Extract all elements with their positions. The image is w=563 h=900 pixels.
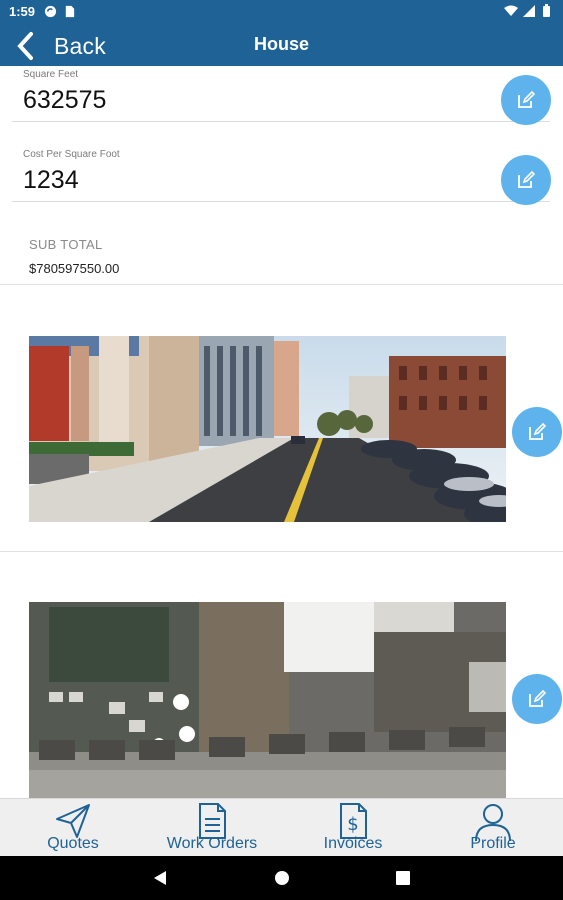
tab-invoices-label: Invoices: [323, 835, 383, 852]
tab-quotes-label: Quotes: [47, 835, 99, 852]
tab-profile[interactable]: Profile: [460, 799, 526, 857]
subtotal-label: SUB TOTAL: [29, 237, 103, 252]
edit-icon: [529, 422, 547, 440]
subtotal-value: $780597550.00: [29, 261, 120, 276]
edit-cost-button[interactable]: [501, 155, 551, 205]
sim-card-icon: [65, 5, 75, 18]
status-icons: [504, 4, 550, 17]
square-feet-value: 632575: [23, 86, 107, 114]
cost-per-sqft-field[interactable]: Cost Per Square Foot 1234: [12, 146, 550, 202]
battery-icon: [543, 6, 550, 17]
edit-icon: [529, 689, 547, 707]
square-feet-label: Square Feet: [23, 69, 79, 80]
cost-per-sqft-value: 1234: [23, 166, 79, 194]
app-bar: Back House: [0, 26, 563, 66]
system-nav-bar: [0, 856, 563, 900]
edit-satellite-image-button[interactable]: [512, 674, 562, 724]
system-recents-icon[interactable]: [395, 870, 411, 886]
system-back-icon[interactable]: [152, 870, 168, 886]
sync-status-icon: [44, 5, 57, 18]
svg-text:$: $: [347, 814, 358, 835]
divider: [0, 284, 563, 285]
edit-street-image-button[interactable]: [512, 407, 562, 457]
app-header: 1:59 Back House: [0, 0, 563, 66]
status-time: 1:59: [9, 4, 36, 19]
tab-invoices[interactable]: $ Invoices: [318, 799, 388, 857]
tab-quotes[interactable]: Quotes: [38, 799, 108, 857]
tab-profile-label: Profile: [470, 835, 516, 852]
cost-per-sqft-label: Cost Per Square Foot: [23, 149, 120, 160]
wifi-icon: [504, 5, 518, 16]
edit-icon: [518, 90, 536, 108]
edit-square-feet-button[interactable]: [501, 75, 551, 125]
system-home-icon[interactable]: [274, 870, 290, 886]
divider: [0, 551, 563, 552]
edit-icon: [518, 170, 536, 188]
bottom-nav: Quotes Work Orders $ Invoices Profile: [0, 798, 563, 856]
square-feet-field[interactable]: Square Feet 632575: [12, 66, 550, 122]
satellite-image: [29, 602, 506, 798]
page-title: House: [253, 34, 309, 54]
street-view-image: [29, 336, 506, 522]
tab-work-orders-label: Work Orders: [166, 835, 258, 852]
content-scroll-area[interactable]: Square Feet 632575 Cost Per Square Foot …: [0, 66, 563, 798]
status-bar: 1:59: [0, 0, 563, 24]
cell-signal-icon: [523, 5, 535, 17]
tab-work-orders[interactable]: Work Orders: [160, 799, 264, 857]
